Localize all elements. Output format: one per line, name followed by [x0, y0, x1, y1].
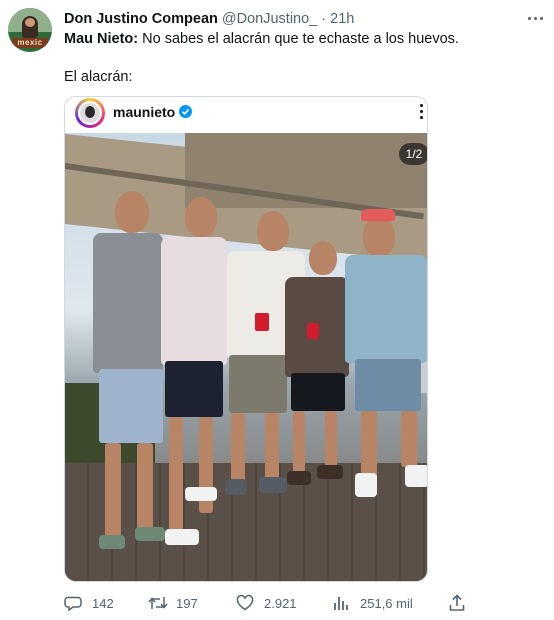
instagram-more-icon [419, 101, 425, 121]
author-name[interactable]: Don Justino Compean [64, 11, 218, 27]
verified-badge-icon [179, 105, 192, 118]
author-avatar[interactable]: mexic [8, 8, 52, 52]
tweet-actions: 142 197 2.921 251,6 mil [64, 594, 544, 614]
avatar-banner-text: mexic [12, 38, 48, 48]
quote-text: No sabes el alacrán que te echaste a los… [138, 31, 459, 47]
like-button[interactable]: 2.921 [236, 594, 306, 614]
view-count: 251,6 mil [360, 596, 413, 611]
image-pager: 1/2 [399, 143, 427, 165]
tweet-timestamp[interactable]: 21h [330, 11, 354, 27]
share-button[interactable] [448, 594, 470, 614]
views-chart-icon [334, 597, 348, 610]
tweet-media-image[interactable]: maunieto 1/2 [64, 96, 428, 582]
views-button[interactable]: 251,6 mil [332, 594, 422, 614]
share-icon [449, 594, 465, 611]
quote-speaker: Mau Nieto: [64, 31, 139, 47]
tweet-text-line-1: Mau Nieto: No sabes el alacrán que te ec… [64, 30, 459, 48]
instagram-username: maunieto [113, 104, 176, 120]
repost-icon [148, 597, 168, 609]
like-count: 2.921 [264, 596, 297, 611]
repost-button[interactable]: 197 [148, 594, 208, 614]
instagram-post-header: maunieto [65, 97, 427, 133]
separator-dot: · [321, 11, 327, 27]
tweet-text-line-2: El alacrán: [64, 69, 133, 85]
repost-count: 197 [176, 596, 198, 611]
author-handle[interactable]: @DonJustino_ [222, 11, 317, 27]
reply-button[interactable]: 142 [64, 594, 124, 614]
reply-count: 142 [92, 596, 114, 611]
group-photo: 1/2 [65, 133, 427, 581]
avatar-face [25, 18, 35, 27]
instagram-avatar [75, 98, 105, 128]
more-options-icon[interactable] [526, 10, 544, 28]
tweet: mexic Don Justino Compean @DonJustino_ ·… [0, 0, 554, 620]
heart-icon [236, 594, 254, 611]
reply-icon [64, 596, 82, 612]
tweet-header: Don Justino Compean @DonJustino_ · 21h [64, 10, 354, 28]
